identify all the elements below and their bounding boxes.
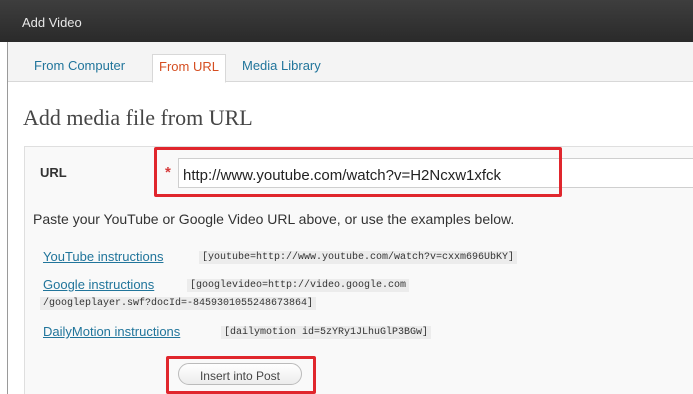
tab-from-computer[interactable]: From Computer — [34, 54, 125, 83]
window-titlebar: Add Video — [0, 0, 693, 42]
tab-media-library[interactable]: Media Library — [242, 54, 321, 83]
youtube-example-code: [youtube=http://www.youtube.com/watch?v=… — [199, 251, 518, 264]
dailymotion-example-code: [dailymotion id=5zYRy1JLhuGlP3BGw] — [221, 326, 432, 339]
url-hint-text: Paste your YouTube or Google Video URL a… — [33, 211, 515, 227]
tab-from-url[interactable]: From URL — [152, 54, 226, 83]
google-instructions-link[interactable]: Google instructions — [43, 277, 154, 292]
tab-bar: From Computer From URL Media Library — [8, 42, 693, 83]
insert-into-post-button[interactable]: Insert into Post — [178, 363, 302, 385]
youtube-instructions-link[interactable]: YouTube instructions — [43, 249, 163, 264]
google-example-code: [googlevideo=http://video.google.com — [187, 279, 410, 292]
add-video-dialog: Add Video From Computer From URL Media L… — [0, 0, 693, 394]
left-border — [7, 42, 8, 394]
dailymotion-instructions-link[interactable]: DailyMotion instructions — [43, 324, 180, 339]
window-title: Add Video — [22, 15, 82, 30]
google-example-code-cont: /googleplayer.swf?docId=-845930105524867… — [40, 297, 317, 310]
url-label: URL — [40, 165, 67, 180]
required-marker: * — [165, 164, 171, 181]
url-input[interactable] — [178, 158, 693, 188]
page-title: Add media file from URL — [23, 105, 253, 130]
